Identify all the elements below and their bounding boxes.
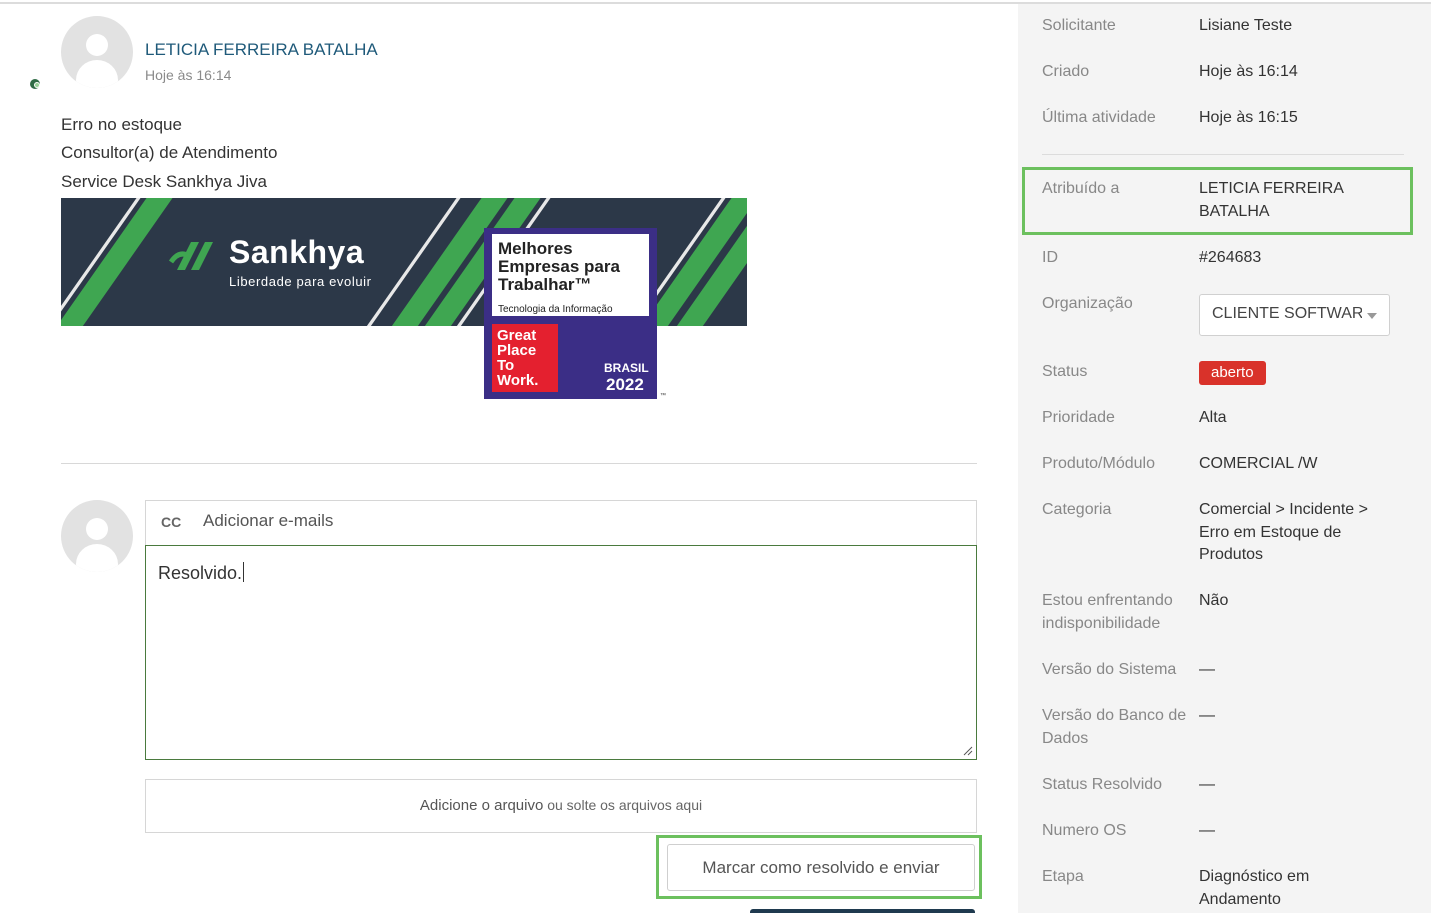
chevron-down-icon	[1367, 313, 1377, 319]
message-divider	[61, 463, 977, 464]
organization-label: Organização	[1042, 295, 1133, 312]
brand-tagline: Liberdade para evoluir	[229, 274, 372, 289]
created-label: Criado	[1042, 63, 1090, 80]
os-number-label: Numero OS	[1042, 822, 1127, 839]
product-label: Produto/Módulo	[1042, 455, 1155, 472]
message-timestamp: Hoje às 16:14	[145, 67, 232, 83]
presence-icon	[30, 79, 40, 89]
reply-textarea[interactable]: Resolvido.	[145, 545, 977, 760]
priority-label: Prioridade	[1042, 409, 1115, 426]
resolved-status-value: —	[1199, 776, 1215, 793]
resize-handle-icon[interactable]	[963, 746, 973, 756]
last-activity-label: Última atividade	[1042, 109, 1156, 126]
author-avatar	[61, 16, 133, 88]
requester-label: Solicitante	[1042, 17, 1116, 34]
sankhya-logo-icon	[169, 242, 213, 270]
attachment-dropzone[interactable]: Adicione o arquivo ou solte os arquivos …	[145, 779, 977, 833]
category-value: Comercial > Incidente > Erro em Estoque …	[1199, 501, 1368, 563]
category-label: Categoria	[1042, 501, 1112, 518]
attach-drop-hint: ou solte os arquivos aqui	[543, 797, 703, 813]
requester-value[interactable]: Lisiane Teste	[1199, 15, 1389, 38]
product-value: COMERCIAL /W	[1199, 455, 1318, 472]
message-line: Service Desk Sankhya Jiva	[61, 172, 267, 191]
unavailability-value: Não	[1199, 592, 1229, 609]
brand-name: Sankhya	[229, 234, 365, 270]
reply-text: Resolvido.	[158, 563, 243, 583]
stage-value: Diagnóstico em Andamento	[1199, 868, 1310, 908]
mark-resolved-submit-button[interactable]: Marcar como resolvido e enviar	[667, 844, 975, 891]
gptw-badge: Melhores Empresas para Trabalhar™ Tecnol…	[484, 228, 657, 399]
gptw-country: BRASIL	[604, 361, 649, 375]
last-activity-value: Hoje às 16:15	[1199, 109, 1298, 126]
attach-file-link[interactable]: Adicione o arquivo	[420, 797, 543, 814]
next-button-edge[interactable]	[750, 909, 975, 913]
cc-email-input[interactable]: Adicionar e-mails	[203, 511, 333, 531]
os-number-value: —	[1199, 822, 1215, 839]
message-line: Consultor(a) de Atendimento	[61, 143, 278, 162]
gptw-title: Melhores Empresas para Trabalhar™	[498, 239, 620, 294]
organization-value: CLIENTE SOFTWARE	[1212, 305, 1362, 322]
created-value: Hoje às 16:14	[1199, 63, 1298, 80]
id-value: #264683	[1199, 249, 1262, 266]
cc-field[interactable]: CC Adicionar e-mails	[145, 500, 977, 546]
db-version-label: Versão do Banco de Dados	[1042, 707, 1187, 747]
priority-value: Alta	[1199, 409, 1227, 426]
text-caret	[243, 562, 245, 582]
message-line: Erro no estoque	[61, 115, 182, 134]
assignee-value[interactable]: LETICIA FERREIRA BATALHA	[1199, 178, 1359, 223]
gptw-subtitle: Tecnologia da Informação	[498, 304, 613, 315]
cc-label: CC	[161, 514, 182, 530]
id-label: ID	[1042, 249, 1058, 266]
resolved-status-label: Status Resolvido	[1042, 776, 1163, 793]
ticket-properties-sidebar: Solicitante Lisiane Teste Criado Hoje às…	[1018, 4, 1431, 913]
stage-label: Etapa	[1042, 868, 1084, 885]
system-version-label: Versão do Sistema	[1042, 661, 1177, 678]
trademark-mark: ™	[660, 393, 666, 399]
message-author[interactable]: LETICIA FERREIRA BATALHA	[145, 40, 378, 60]
gptw-seal: Great Place To Work.	[497, 327, 539, 389]
system-version-value: —	[1199, 661, 1215, 678]
status-label: Status	[1042, 363, 1088, 380]
status-badge: aberto	[1199, 361, 1266, 385]
assignee-label: Atribuído a	[1042, 180, 1120, 197]
unavailability-label: Estou enfrentando indisponibilidade	[1042, 592, 1173, 632]
organization-select[interactable]: CLIENTE SOFTWARE	[1199, 294, 1390, 336]
db-version-value: —	[1199, 707, 1215, 724]
agent-avatar	[61, 500, 133, 572]
sidebar-divider	[1042, 154, 1404, 155]
gptw-year: 2022	[606, 375, 644, 394]
